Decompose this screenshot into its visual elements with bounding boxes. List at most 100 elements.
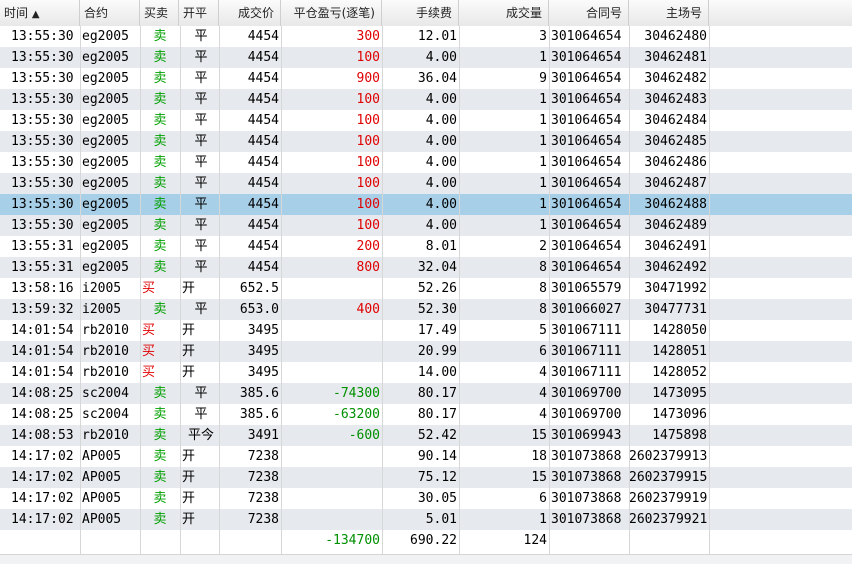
cell-side: 买 xyxy=(142,365,156,380)
cell-offset: 开 xyxy=(182,449,196,464)
table-row[interactable]: 14:17:02 AP005 卖开 7238 75.12 15 301073868 26023… xyxy=(0,467,852,488)
table-row[interactable]: 14:17:02 AP005 卖开 7238 90.14 18 301073868 26023… xyxy=(0,446,852,467)
cell-volume: 18 xyxy=(531,449,547,464)
cell-time: 13:55:30 xyxy=(11,71,74,86)
col-header-offset[interactable]: 开平 xyxy=(179,0,219,26)
cell-time: 14:01:54 xyxy=(11,323,74,338)
col-header-exch-no[interactable]: 主场号 xyxy=(629,0,709,26)
cell-contract: sc2004 xyxy=(82,386,129,401)
table-row[interactable]: 13:59:32 i2005 卖 平 653.0 400 52.30 8 301066027 30… xyxy=(0,299,852,320)
table-row[interactable]: 13:55:30 eg2005 卖 平 4454 100 4.00 1 301064654 304… xyxy=(0,173,852,194)
col-header-contract-no[interactable]: 合同号 xyxy=(549,0,629,26)
cell-price: 4454 xyxy=(247,92,279,107)
cell-exch-no: 30462480 xyxy=(644,29,707,44)
cell-exch-no: 1475898 xyxy=(652,428,707,443)
cell-offset: 平 xyxy=(194,134,208,149)
table-row[interactable]: 13:55:30 eg2005 卖 平 4454 300 12.01 3 301064654 30… xyxy=(0,26,852,47)
cell-price: 385.6 xyxy=(239,386,279,401)
cell-price: 652.5 xyxy=(239,281,279,296)
column-divider xyxy=(709,26,710,554)
cell-volume: 8 xyxy=(539,302,547,317)
cell-contract: eg2005 xyxy=(82,134,129,149)
cell-exch-no: 2602379913 xyxy=(629,449,708,464)
cell-close-pnl: 100 xyxy=(356,218,380,233)
col-header-fee[interactable]: 手续费 xyxy=(382,0,459,26)
cell-price: 7238 xyxy=(247,491,279,506)
cell-offset: 平 xyxy=(194,29,208,44)
grid-header: 时间 ▲ 合约 买卖 开平 成交价 平仓盈亏(逐笔) 手续费 成交量 合同号 主… xyxy=(0,0,852,27)
cell-offset: 开 xyxy=(182,344,196,359)
cell-volume: 6 xyxy=(539,344,547,359)
cell-time: 13:55:30 xyxy=(11,113,74,128)
cell-contract: AP005 xyxy=(82,491,122,506)
cell-side: 卖 xyxy=(153,92,167,107)
cell-price: 4454 xyxy=(247,176,279,191)
cell-contract-no: 301067111 xyxy=(551,365,622,380)
column-divider xyxy=(80,26,81,554)
cell-price: 7238 xyxy=(247,512,279,527)
table-row[interactable]: 13:55:30 eg2005 卖 平 4454 100 4.00 1 301064654 304… xyxy=(0,215,852,236)
cell-offset: 平今 xyxy=(187,428,214,443)
table-row[interactable]: 13:55:30 eg2005 卖 平 4454 100 4.00 1 301064654 304… xyxy=(0,47,852,68)
table-row[interactable]: 13:55:30 eg2005 卖 平 4454 100 4.00 1 301064654 304… xyxy=(0,131,852,152)
cell-time: 14:08:25 xyxy=(11,407,74,422)
cell-contract: AP005 xyxy=(82,449,122,464)
table-row[interactable]: 13:55:30 eg2005 卖 平 4454 100 4.00 1 301064654 304… xyxy=(0,194,852,215)
cell-volume: 1 xyxy=(539,50,547,65)
cell-close-pnl: 100 xyxy=(356,113,380,128)
col-header-close-pnl[interactable]: 平仓盈亏(逐笔) xyxy=(281,0,382,26)
col-header-contract[interactable]: 合约 xyxy=(80,0,140,26)
table-row[interactable]: 14:08:25 sc2004 卖 平 385.6 -63200 80.17 4 3010697… xyxy=(0,404,852,425)
cell-time: 13:55:30 xyxy=(11,155,74,170)
cell-fee: 4.00 xyxy=(425,155,457,170)
table-row[interactable]: 13:55:30 eg2005 卖 平 4454 100 4.00 1 301064654 304… xyxy=(0,89,852,110)
table-row[interactable]: 14:17:02 AP005 卖开 7238 30.05 6 301073868 260237… xyxy=(0,488,852,509)
cell-volume: 1 xyxy=(539,512,547,527)
cell-contract: sc2004 xyxy=(82,407,129,422)
sort-ascending-icon: ▲ xyxy=(31,9,40,20)
cell-close-pnl xyxy=(281,320,382,341)
cell-exch-no: 2602379915 xyxy=(629,470,708,485)
cell-time: 13:55:30 xyxy=(11,92,74,107)
col-header-time[interactable]: 时间 ▲ xyxy=(0,0,80,26)
cell-offset: 开 xyxy=(182,323,196,338)
cell-exch-no: 30462481 xyxy=(644,50,707,65)
cell-price: 4454 xyxy=(247,29,279,44)
table-row[interactable]: 13:55:31 eg2005 卖 平 4454 200 8.01 2 301064654 304… xyxy=(0,236,852,257)
table-row[interactable]: 13:58:16 i2005 买 开 652.5 52.26 8 301065579 30471… xyxy=(0,278,852,299)
table-row[interactable]: 13:55:30 eg2005 卖 平 4454 100 4.00 1 301064654 304… xyxy=(0,152,852,173)
table-row[interactable]: 14:01:54 rb2010 买 开 3495 14.00 4 301067111 14280… xyxy=(0,362,852,383)
trade-records-grid[interactable]: 时间 ▲ 合约 买卖 开平 成交价 平仓盈亏(逐笔) 手续费 成交量 合同号 主… xyxy=(0,0,852,564)
cell-contract-no: 301069700 xyxy=(551,407,622,422)
cell-contract-no: 301065579 xyxy=(551,281,622,296)
cell-exch-no: 30462486 xyxy=(644,155,707,170)
cell-offset: 开 xyxy=(182,365,196,380)
table-row[interactable]: 14:01:54 rb2010 买 开 3495 17.49 5 301067111 14280… xyxy=(0,320,852,341)
cell-close-pnl: 800 xyxy=(356,260,380,275)
cell-side: 卖 xyxy=(153,491,167,506)
table-row[interactable]: 14:01:54 rb2010 买 开 3495 20.99 6 301067111 14280… xyxy=(0,341,852,362)
cell-close-pnl xyxy=(281,341,382,362)
cell-volume: 1 xyxy=(539,176,547,191)
table-row[interactable]: 14:08:53 rb2010 卖 平今 3491 -600 52.42 15 30106994… xyxy=(0,425,852,446)
cell-contract-no: 301069943 xyxy=(551,428,622,443)
col-header-price[interactable]: 成交价 xyxy=(219,0,281,26)
table-row[interactable]: 13:55:31 eg2005 卖 平 4454 800 32.04 8 301064654 30… xyxy=(0,257,852,278)
cell-side: 买 xyxy=(142,323,156,338)
cell-contract: eg2005 xyxy=(82,155,129,170)
cell-offset: 平 xyxy=(194,386,208,401)
cell-time: 14:17:02 xyxy=(11,470,74,485)
cell-close-pnl: 200 xyxy=(356,239,380,254)
cell-contract: rb2010 xyxy=(82,323,129,338)
col-header-side[interactable]: 买卖 xyxy=(140,0,179,26)
table-row[interactable]: 14:08:25 sc2004 卖 平 385.6 -74300 80.17 4 3010697… xyxy=(0,383,852,404)
total-fee: 690.22 xyxy=(410,533,457,548)
table-row[interactable]: 13:55:30 eg2005 卖 平 4454 100 4.00 1 301064654 304… xyxy=(0,110,852,131)
cell-close-pnl: 100 xyxy=(356,50,380,65)
cell-exch-no: 1428052 xyxy=(652,365,707,380)
table-row[interactable]: 14:17:02 AP005 卖开 7238 5.01 1 301073868 2602379… xyxy=(0,509,852,530)
cell-close-pnl xyxy=(281,488,382,509)
col-header-volume[interactable]: 成交量 xyxy=(459,0,549,26)
cell-contract: rb2010 xyxy=(82,344,129,359)
table-row[interactable]: 13:55:30 eg2005 卖 平 4454 900 36.04 9 301064654 30… xyxy=(0,68,852,89)
